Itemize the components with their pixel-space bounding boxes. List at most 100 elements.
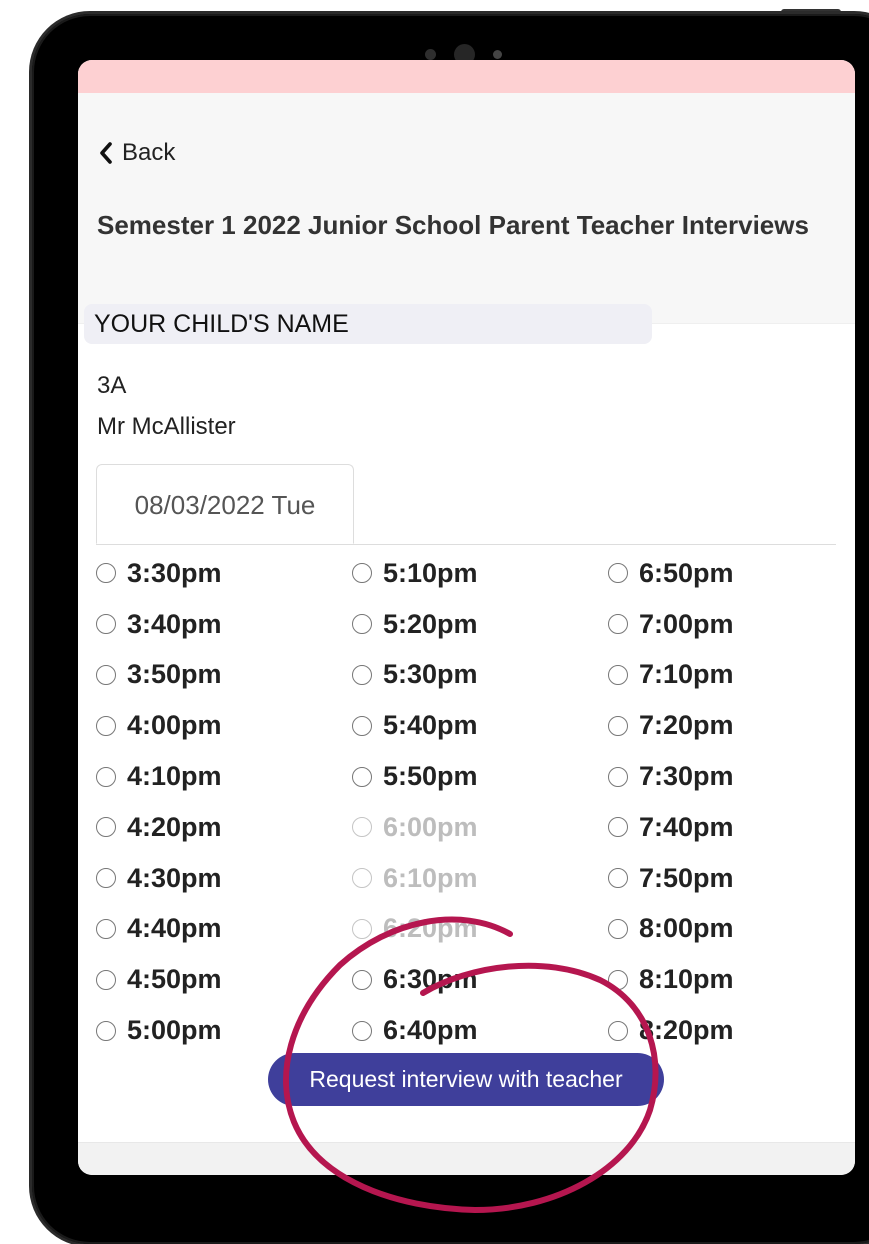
time-slot-label: 6:30pm [383, 964, 478, 995]
time-slot[interactable]: 4:50pm [96, 954, 352, 1005]
status-bar [78, 60, 855, 93]
time-slot[interactable]: 7:30pm [608, 751, 855, 802]
time-slot-label: 3:30pm [127, 557, 222, 588]
time-slot-radio[interactable] [608, 918, 628, 939]
time-slot[interactable]: 5:40pm [352, 700, 608, 751]
time-slot-label: 4:10pm [127, 761, 222, 792]
time-slot[interactable]: 5:10pm [352, 548, 608, 599]
tab-date[interactable]: 08/03/2022 Tue [96, 464, 354, 544]
time-slot[interactable]: 8:10pm [608, 954, 855, 1005]
time-slot-label: 3:40pm [127, 608, 222, 639]
time-slot-radio[interactable] [96, 563, 116, 584]
time-slot[interactable]: 5:00pm [96, 1005, 352, 1056]
time-slot-label: 7:20pm [639, 710, 734, 741]
date-tabs: 08/03/2022 Tue [96, 464, 836, 545]
time-slot[interactable]: 5:30pm [352, 650, 608, 701]
time-slot-label: 4:50pm [127, 964, 222, 995]
time-slot: 6:20pm [352, 904, 608, 955]
time-slot-label: 7:50pm [639, 862, 734, 893]
time-slot-label: 7:30pm [639, 761, 734, 792]
time-slot-label: 5:30pm [383, 659, 478, 690]
time-slot-radio[interactable] [352, 563, 372, 584]
time-slot-radio[interactable] [96, 969, 116, 990]
time-slot-label: 6:00pm [383, 811, 478, 842]
time-slot-radio[interactable] [608, 563, 628, 584]
time-slot-radio[interactable] [608, 715, 628, 736]
time-slot[interactable]: 5:50pm [352, 751, 608, 802]
time-slot-label: 3:50pm [127, 659, 222, 690]
time-slot[interactable]: 5:20pm [352, 599, 608, 650]
teacher-name: Mr McAllister [97, 413, 236, 440]
time-slot-radio[interactable] [96, 664, 116, 685]
time-slot[interactable]: 3:40pm [96, 599, 352, 650]
time-slot: 6:00pm [352, 802, 608, 853]
child-name-field[interactable]: YOUR CHILD'S NAME [84, 304, 652, 344]
sensor-dot [425, 49, 436, 60]
time-slot-radio[interactable] [608, 817, 628, 838]
time-slot-radio[interactable] [608, 664, 628, 685]
time-slot-label: 5:00pm [127, 1015, 222, 1046]
time-slot-label: 7:40pm [639, 811, 734, 842]
page-header: Back Semester 1 2022 Junior School Paren… [78, 93, 855, 324]
time-slot-radio[interactable] [352, 715, 372, 736]
time-slot-label: 4:00pm [127, 710, 222, 741]
time-slot-radio[interactable] [96, 868, 116, 889]
time-slot-label: 7:10pm [639, 659, 734, 690]
time-slot-label: 6:20pm [383, 913, 478, 944]
screen: Back Semester 1 2022 Junior School Paren… [78, 60, 855, 1175]
time-slot[interactable]: 4:00pm [96, 700, 352, 751]
time-slot-radio[interactable] [352, 664, 372, 685]
time-slot-label: 8:20pm [639, 1015, 734, 1046]
time-slot-label: 4:20pm [127, 811, 222, 842]
time-slot-label: 8:00pm [639, 913, 734, 944]
time-slot[interactable]: 6:50pm [608, 548, 855, 599]
time-slot-label: 6:50pm [639, 557, 734, 588]
back-button[interactable]: Back [98, 139, 175, 167]
time-slot-radio[interactable] [96, 1020, 116, 1041]
time-slot-label: 5:20pm [383, 608, 478, 639]
time-slot[interactable]: 4:20pm [96, 802, 352, 853]
time-slot[interactable]: 8:20pm [608, 1005, 855, 1056]
chevron-left-icon [100, 142, 112, 164]
time-slot-label: 8:10pm [639, 964, 734, 995]
time-slot-radio[interactable] [96, 766, 116, 787]
time-slot[interactable]: 4:10pm [96, 751, 352, 802]
time-slot-label: 6:40pm [383, 1015, 478, 1046]
time-slot-radio[interactable] [96, 918, 116, 939]
time-slot[interactable]: 7:10pm [608, 650, 855, 701]
time-slot[interactable]: 6:40pm [352, 1005, 608, 1056]
time-slot-radio[interactable] [608, 969, 628, 990]
time-slot-radio[interactable] [608, 766, 628, 787]
time-slot[interactable]: 6:30pm [352, 954, 608, 1005]
time-slot[interactable]: 4:40pm [96, 904, 352, 955]
time-slot[interactable]: 3:50pm [96, 650, 352, 701]
time-slot-radio[interactable] [96, 614, 116, 635]
time-slot[interactable]: 8:00pm [608, 904, 855, 955]
time-slot[interactable]: 4:30pm [96, 853, 352, 904]
time-slot[interactable]: 7:20pm [608, 700, 855, 751]
time-slot-radio [352, 817, 372, 838]
time-slot[interactable]: 7:00pm [608, 599, 855, 650]
time-slot[interactable]: 7:40pm [608, 802, 855, 853]
time-slot-radio[interactable] [352, 969, 372, 990]
time-slot-radio[interactable] [608, 614, 628, 635]
time-slot-radio [352, 918, 372, 939]
time-slot-radio[interactable] [352, 766, 372, 787]
time-slot-grid: 3:30pm 3:40pm 3:50pm 4:00pm 4:10pm 4:20pm 4:30… [96, 548, 855, 1056]
request-interview-button[interactable]: Request interview with teacher [268, 1053, 664, 1106]
footer-bar [78, 1142, 855, 1175]
time-slot[interactable]: 3:30pm [96, 548, 352, 599]
sensor-dot [493, 50, 502, 59]
time-slot-label: 5:10pm [383, 557, 478, 588]
time-slot-label: 6:10pm [383, 862, 478, 893]
back-label: Back [122, 139, 176, 166]
time-slot[interactable]: 7:50pm [608, 853, 855, 904]
time-slot-label: 7:00pm [639, 608, 734, 639]
time-slot-radio[interactable] [96, 715, 116, 736]
time-slot-radio[interactable] [96, 817, 116, 838]
time-slot-radio[interactable] [352, 1020, 372, 1041]
time-slot-radio[interactable] [352, 614, 372, 635]
time-slot-radio[interactable] [608, 1020, 628, 1041]
time-slot-radio[interactable] [608, 868, 628, 889]
time-slot-label: 4:40pm [127, 913, 222, 944]
